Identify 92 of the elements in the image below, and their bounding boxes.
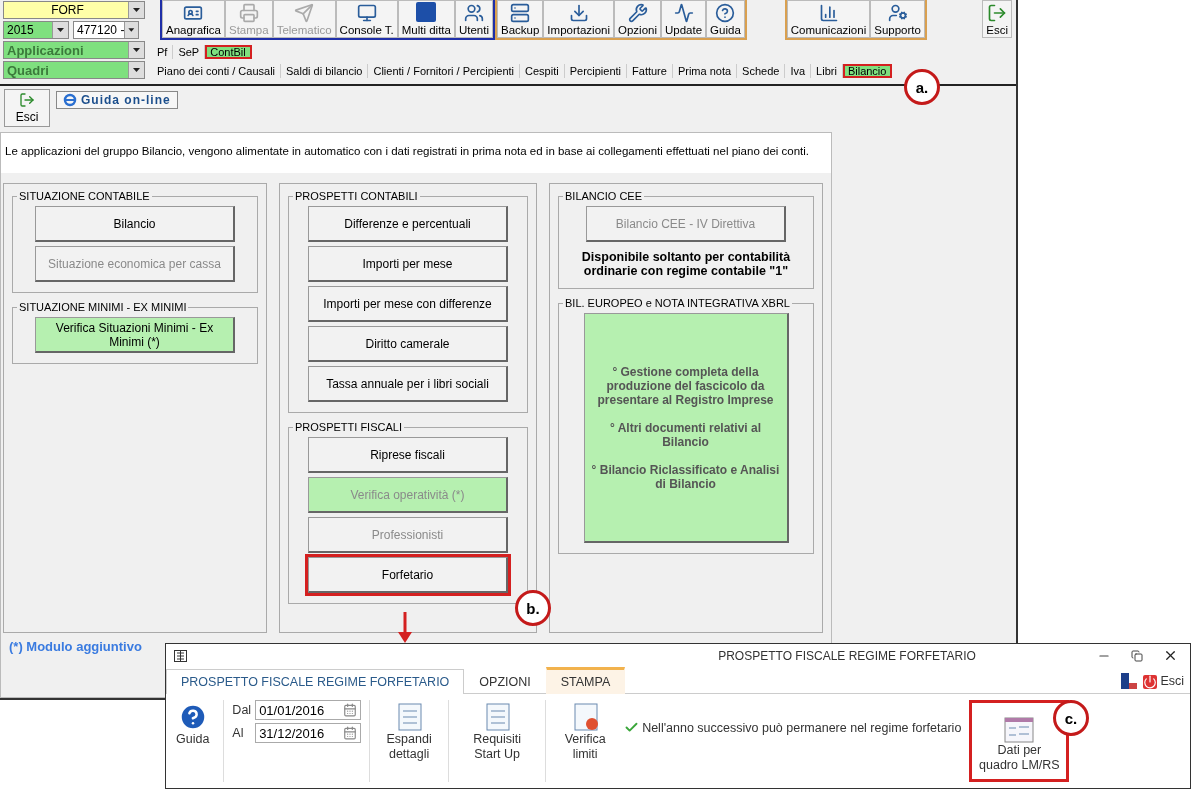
tile-icon [415, 1, 438, 23]
form-icon [1004, 717, 1035, 743]
toolbar-icon [568, 3, 589, 23]
calendar-icon [343, 703, 358, 717]
power-icon [1143, 674, 1158, 689]
exit-icon [987, 3, 1008, 23]
dropdown-caret-icon [128, 42, 144, 58]
ribbon-tab[interactable]: STAMPA [545, 667, 626, 694]
toolbar-icon [183, 3, 204, 23]
section-tab[interactable]: Bilancio [842, 63, 893, 78]
section-tab[interactable]: Libri [811, 63, 843, 78]
arrow-icon [397, 612, 413, 644]
group-title: PROSPETTI CONTABILI [294, 190, 419, 202]
section-tab[interactable]: Saldi di bilancio [281, 63, 369, 78]
toolbar-button[interactable]: Comunicazioni [786, 0, 871, 38]
action-button[interactable]: Verifica Situazioni Minimi - Ex Minimi (*) [35, 317, 235, 353]
group-title: BIL. EUROPEO e NOTA INTEGRATIVA XBRL [564, 297, 791, 309]
action-button[interactable]: Importi per mese con differenze [308, 286, 508, 322]
window-icon [174, 649, 187, 662]
help-button[interactable]: Guida [170, 700, 216, 749]
toolbar-button[interactable]: Supporto [870, 0, 925, 38]
section-tab[interactable]: Cespiti [520, 63, 565, 78]
section-tab[interactable]: Schede [737, 63, 786, 78]
to-label: Al [232, 726, 245, 740]
action-button[interactable]: Riprese fiscali [308, 437, 508, 473]
description-text: Le applicazioni del gruppo Bilancio, vengono alimentate in automatico con i dati registrati in prima nota ed in base ai collegamenti effettuati nel piano dei conti. [1, 133, 831, 173]
toolbar-button[interactable]: Anagrafica [162, 0, 225, 38]
group-title: SITUAZIONE MINIMI - EX MINIMI [18, 301, 188, 313]
section-tab[interactable]: Percipienti [564, 63, 628, 78]
online-help-button[interactable]: Guida on-line [56, 91, 178, 109]
window-title: PROSPETTO FISCALE REGIME FORFETARIO [717, 648, 977, 663]
ribbon-button[interactable]: Espandi dettagli [378, 700, 441, 764]
toolbar-button[interactable]: Multi ditta [397, 0, 455, 38]
dropdown-caret-icon [52, 22, 68, 38]
action-button[interactable]: Forfetario [308, 557, 508, 593]
exit-button[interactable]: Esci [1137, 672, 1190, 691]
toolbar-button[interactable]: Update [661, 0, 707, 38]
toolbar-icon [673, 3, 694, 23]
toolbar-icon [463, 3, 484, 23]
toolbar-button[interactable]: Backup [497, 0, 544, 38]
group-title: SITUAZIONE CONTABILE [18, 190, 151, 202]
toolbar-icon [238, 3, 259, 23]
restore-icon[interactable] [1131, 649, 1143, 662]
toolbar-icon [627, 3, 648, 23]
toolbar-icon [715, 3, 736, 23]
ribbon-button[interactable]: Requisiti Start Up [457, 700, 538, 764]
check-icon [624, 720, 640, 735]
toolbar-icon [294, 3, 315, 23]
exit-icon [19, 92, 35, 108]
section-tab[interactable]: Clienti / Fornitori / Percipienti [368, 63, 521, 78]
to-date-field[interactable]: 31/12/2016 [255, 723, 362, 743]
status-message: Nell'anno successivo può permanere nel regime forfetario [624, 720, 962, 735]
toolbar-icon [510, 3, 531, 23]
code-dropdown[interactable]: 477120 - [73, 21, 139, 39]
action-button[interactable]: Tassa annuale per i libri sociali [308, 366, 508, 402]
toolbar-icon [818, 3, 839, 23]
toolbar-button[interactable]: Importazioni [543, 0, 614, 38]
module-tab[interactable]: Pf [152, 44, 174, 59]
section-tab[interactable]: Iva [785, 63, 812, 78]
ribbon-tab[interactable]: PROSPETTO FISCALE REGIME FORFETARIO [166, 669, 465, 694]
toolbar-button[interactable]: Guida [706, 0, 745, 38]
action-button[interactable]: Importi per mese [308, 246, 508, 282]
ribbon-tab[interactable]: OPZIONI [464, 669, 546, 694]
exit-button[interactable]: Esci [982, 0, 1012, 38]
close-icon[interactable] [1163, 648, 1178, 663]
action-button[interactable]: Bilancio [35, 206, 235, 242]
group-title: BILANCIO CEE [564, 190, 644, 202]
calendar-icon [343, 726, 358, 740]
group-title: PROSPETTI FISCALI [294, 421, 403, 433]
toolbar-icon [356, 3, 377, 23]
action-button[interactable]: Differenze e percentuali [308, 206, 508, 242]
year-dropdown[interactable]: 2015 [3, 21, 69, 39]
module-tab[interactable]: ContBil [205, 44, 252, 59]
exit-button[interactable]: Esci [4, 89, 50, 127]
dropdown-caret-icon [128, 62, 144, 78]
action-button[interactable]: ° Gestione completa della produzione del fascicolo da presentare al Registro Imprese ° Altri documenti relativi al Bilancio ° Bilancio Riclassificato e Analisi di Bilancio [583, 313, 789, 543]
toolbar-button[interactable]: Utenti [454, 0, 493, 38]
section-tab[interactable]: Piano dei conti / Causali [152, 63, 281, 78]
section-tab[interactable]: Fatture [627, 63, 673, 78]
action-button[interactable]: Diritto camerale [308, 326, 508, 362]
flag-icon [1121, 673, 1138, 689]
toolbar-button[interactable]: Console T. [335, 0, 398, 38]
from-label: Dal [232, 703, 252, 717]
toolbar-button[interactable]: Opzioni [614, 0, 661, 38]
footnote-text: (*) Modulo aggiuntivo [9, 639, 142, 654]
dropdown-caret-icon [124, 22, 138, 38]
section-tab[interactable]: Prima nota [672, 63, 738, 78]
toolbar-icon [887, 3, 908, 23]
from-date-field[interactable]: 01/01/2016 [255, 700, 362, 720]
ribbon-button[interactable]: Verifica limiti [554, 700, 617, 764]
company-dropdown[interactable]: FORF [3, 1, 145, 19]
availability-note: Disponibile soltanto per contabilità ordinarie con regime contabile "1" [580, 250, 792, 278]
